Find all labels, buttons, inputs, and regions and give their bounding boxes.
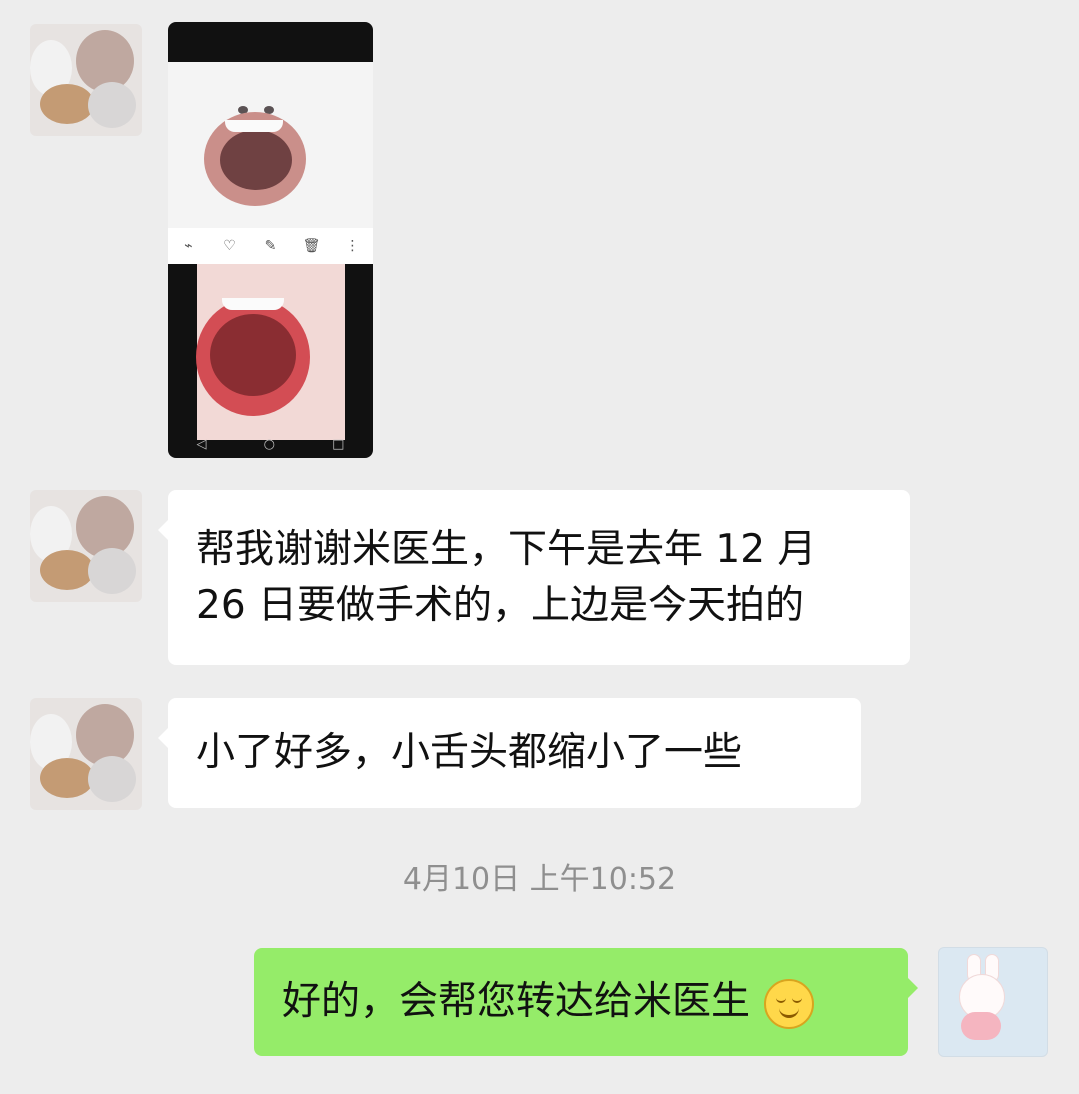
- message-text-block: 帮我谢谢米医生，下午是去年 12 月 26 日要做手术的，上边是今天拍的: [196, 490, 882, 665]
- phone-navbar: ◁ ○ □: [168, 430, 373, 458]
- contact-avatar: [30, 490, 142, 602]
- avatar-blur-shape: [88, 82, 136, 128]
- throat-shape: [220, 130, 292, 190]
- message-text-block: 小了好多，小舌头都缩小了一些: [196, 698, 833, 808]
- reply-text-block: 好的，会帮您转达给米医生: [282, 948, 880, 1056]
- share-icon: ⌁: [184, 238, 193, 254]
- message-bubble-2[interactable]: 小了好多，小舌头都缩小了一些: [158, 698, 861, 808]
- avatar-blur-shape: [88, 756, 136, 802]
- reply-line: 好的，会帮您转达给米医生: [282, 974, 880, 1030]
- recent-apps-icon: □: [332, 436, 345, 452]
- back-icon: ◁: [196, 436, 207, 452]
- image-toolbar: ⌁ ♡ ✎ 🗑 ⋮: [168, 228, 373, 264]
- rabbit-body-icon: [961, 1012, 1001, 1040]
- message-line: 26 日要做手术的，上边是今天拍的: [196, 582, 805, 628]
- contact-avatar: [30, 698, 142, 810]
- throat-shape: [210, 314, 296, 396]
- teeth-shape: [225, 120, 283, 132]
- message-bubble-1[interactable]: 帮我谢谢米医生，下午是去年 12 月 26 日要做手术的，上边是今天拍的: [158, 490, 910, 665]
- screenshot-message-card[interactable]: ⌁ ♡ ✎ 🗑 ⋮ ◁ ○ □: [168, 22, 373, 458]
- avatar-blur-shape: [88, 548, 136, 594]
- user-avatar: [938, 947, 1048, 1057]
- avatar-blur-shape: [40, 550, 94, 590]
- reply-bubble[interactable]: 好的，会帮您转达给米医生: [254, 948, 918, 1056]
- edit-icon: ✎: [264, 238, 277, 254]
- delete-icon: 🗑: [302, 238, 321, 254]
- contact-avatar: [30, 24, 142, 136]
- favorite-icon: ♡: [223, 238, 236, 254]
- avatar-blur-shape: [40, 84, 94, 124]
- message-line: 小了好多，小舌头都缩小了一些: [196, 730, 743, 775]
- home-icon: ○: [263, 436, 275, 452]
- chat-timestamp: 4月10日 上午10:52: [402, 862, 677, 897]
- reply-text: 好的，会帮您转达给米医生: [282, 979, 751, 1024]
- teeth-shape: [222, 298, 284, 310]
- message-line: 帮我谢谢米医生，下午是去年 12 月: [196, 526, 817, 572]
- avatar-blur-shape: [40, 758, 94, 798]
- smiling-face-emoji-icon: [764, 978, 815, 1029]
- more-icon: ⋮: [345, 238, 360, 254]
- mouth-photo-top: [168, 62, 373, 228]
- emoji-smile-shape: [779, 1005, 800, 1018]
